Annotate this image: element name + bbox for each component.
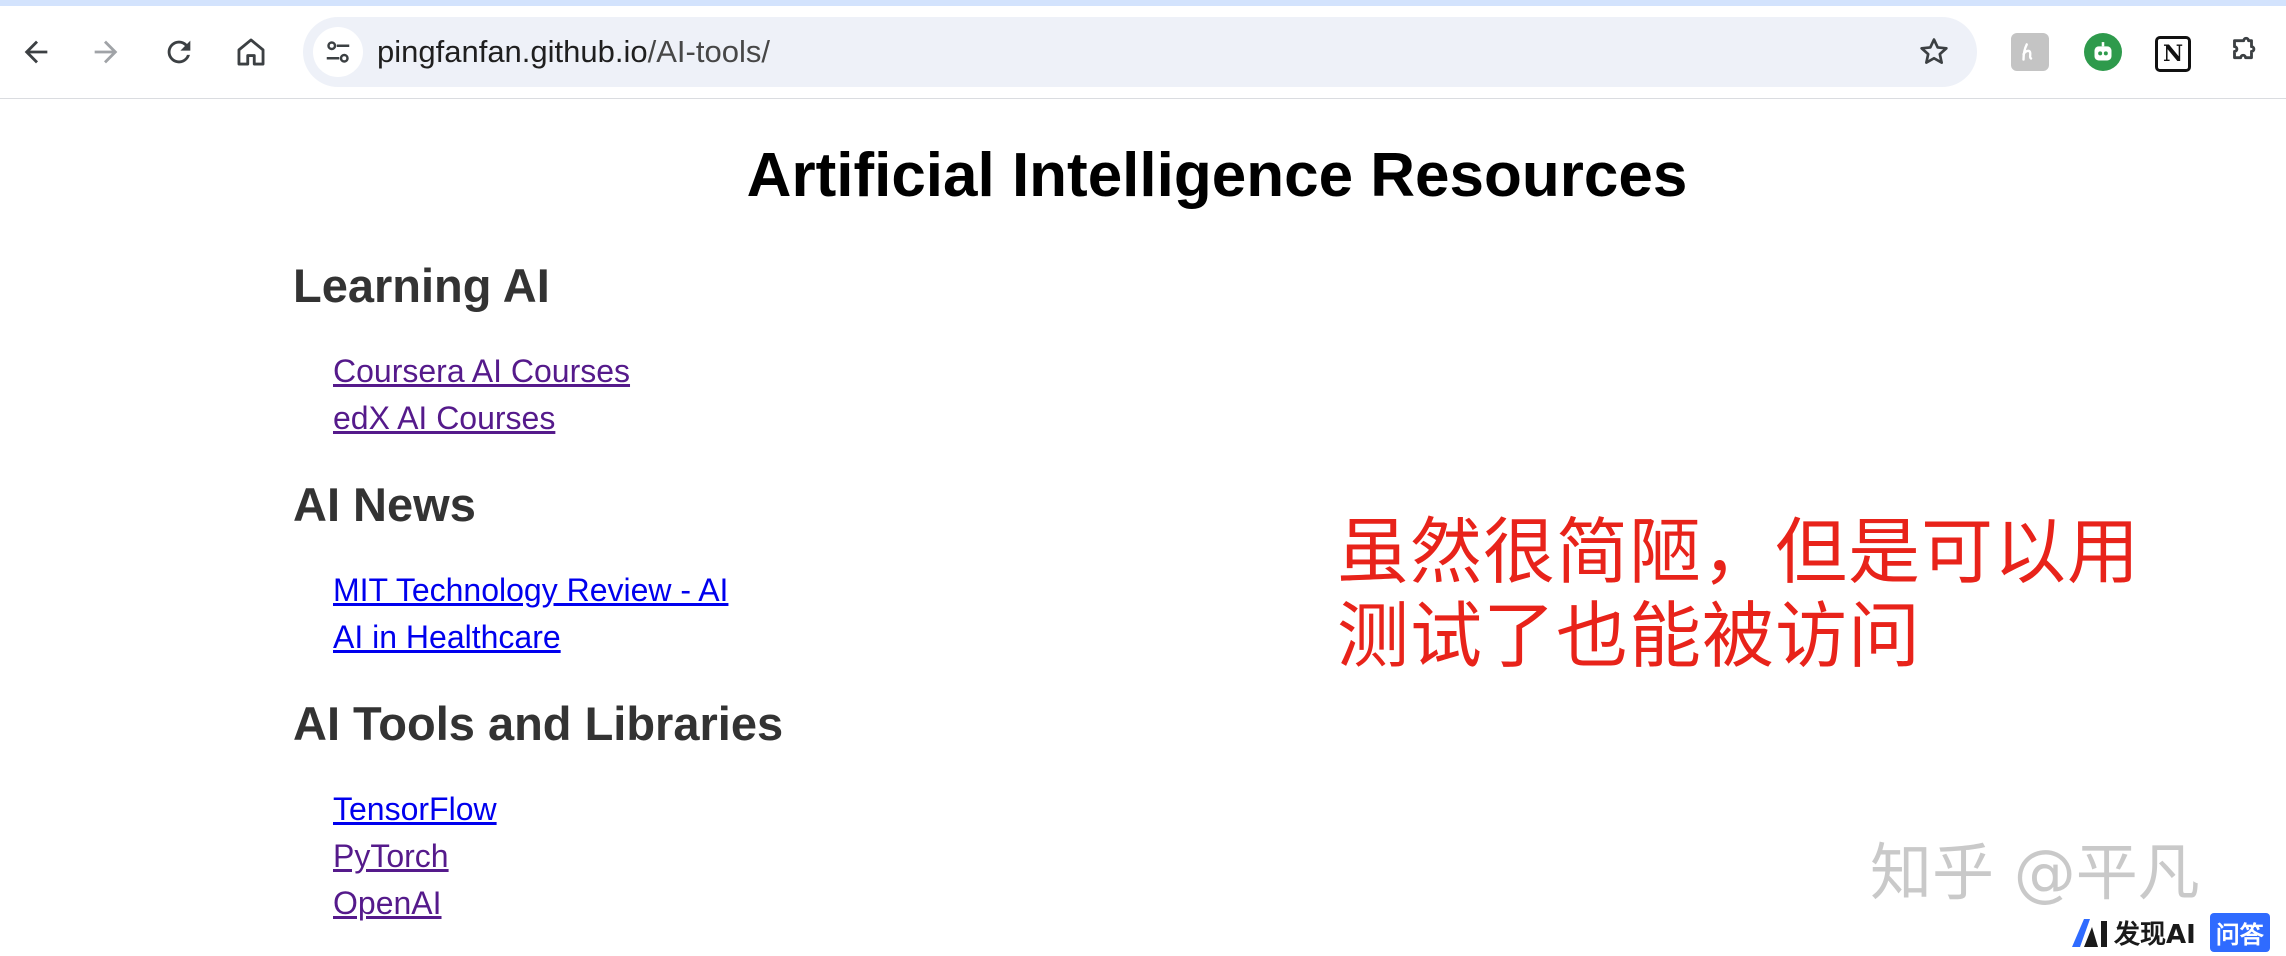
reload-icon [167,40,191,64]
link-tensorflow[interactable]: TensorFlow [333,791,497,828]
faxianai-qa-tag: 问答 [2209,912,2270,952]
annotation-line-1: 虽然很简陋，但是可以用 [1337,510,2141,594]
page-title: Artificial Intelligence Resources [746,141,1688,210]
arrow-right-icon [94,40,118,64]
extension-robot-icon[interactable] [2084,33,2122,71]
faxianai-brand: 发现AI [2114,919,2196,950]
link-edx-ai-courses[interactable]: edX AI Courses [333,400,555,437]
url-text[interactable]: pingfanfan.github.io/AI-tools/ [377,17,770,87]
section-heading-learning-ai: Learning AI [293,259,550,312]
script-h-icon [2022,43,2033,61]
faxianai-badge: 发现AI 问答 [2070,912,2270,952]
home-button[interactable] [223,24,279,80]
extensions-menu-button[interactable] [2224,33,2262,71]
url-path: /AI-tools/ [647,34,770,69]
extension-gray-icon[interactable] [2011,33,2049,71]
reload-button[interactable] [151,24,207,80]
section-heading-ai-tools-libraries: AI Tools and Libraries [293,697,784,750]
back-button[interactable] [8,24,64,80]
url-host: pingfanfan.github.io [377,34,648,69]
arrow-left-icon [24,40,48,64]
tune-icon [326,41,350,63]
link-coursera-ai-courses[interactable]: Coursera AI Courses [333,353,630,390]
faxianai-logo-icon [2072,919,2107,947]
puzzle-icon [2233,36,2256,60]
notion-letter: N [2162,41,2184,67]
annotation-line-2: 测试了也能被访问 [1337,594,1922,678]
forward-button[interactable] [78,24,134,80]
star-icon [1920,38,1948,64]
robot-icon [2094,42,2112,61]
browser-toolbar: pingfanfan.github.io/AI-tools/ N [0,6,2286,99]
link-mit-technology-review[interactable]: MIT Technology Review - AI [333,572,728,609]
address-bar[interactable]: pingfanfan.github.io/AI-tools/ [303,17,1977,87]
bookmark-button[interactable] [1911,29,1957,75]
site-info-button[interactable] [313,27,363,77]
watermark: 知乎 @平凡 [1870,836,2200,909]
link-ai-in-healthcare[interactable]: AI in Healthcare [333,619,561,656]
link-pytorch[interactable]: PyTorch [333,838,449,875]
home-icon [237,38,265,66]
link-openai[interactable]: OpenAI [333,885,442,922]
extension-notion-icon[interactable]: N [2155,36,2191,72]
section-heading-ai-news: AI News [293,478,476,531]
annotation-text: 虽然很简陋，但是可以用 测试了也能被访问 [1337,510,2237,678]
